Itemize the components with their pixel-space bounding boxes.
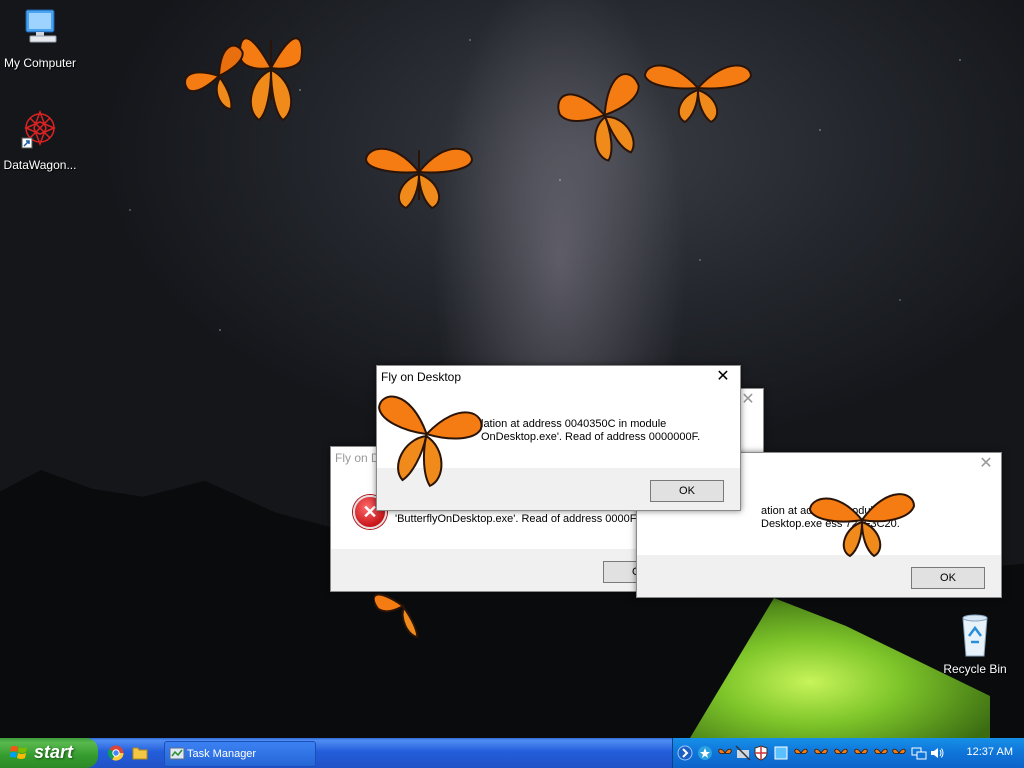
butterfly-tray-icon[interactable] [853, 745, 869, 761]
recycle-bin-icon [962, 614, 988, 657]
datawagon-icon [21, 109, 56, 149]
butterfly-icon [184, 44, 244, 111]
butterfly-icon [374, 593, 419, 639]
butterfly-tray-icon[interactable] [717, 745, 733, 761]
butterfly-icon [378, 395, 483, 488]
close-icon[interactable]: ✕ [714, 369, 732, 387]
volume-icon[interactable] [929, 745, 945, 761]
start-button[interactable]: start [0, 738, 98, 768]
butterfly-tray-icon[interactable] [891, 745, 907, 761]
clock[interactable]: 12:37 AM [967, 746, 1013, 758]
ok-button[interactable]: OK [650, 480, 724, 502]
dialog-message-line1: lation at address 0040350C in module [481, 418, 667, 430]
system-tray: 12:37 AM [672, 738, 1024, 768]
desktop-icon-datawagon[interactable]: DataWagon... [0, 108, 80, 172]
butterfly-tray-icon[interactable] [813, 745, 829, 761]
butterfly-icon [643, 64, 753, 124]
desktop-icon-my-computer[interactable]: My Computer [0, 8, 80, 70]
network-disabled-icon[interactable] [735, 745, 751, 761]
folder-icon[interactable] [132, 745, 148, 761]
desktop-icon-recycle-bin[interactable]: Recycle Bin [935, 612, 1015, 676]
dialog-footer: OK [637, 555, 1001, 597]
butterfly-tray-icon[interactable] [873, 745, 889, 761]
desktop-icon-label: DataWagon... [3, 158, 77, 172]
star-app-icon[interactable] [697, 745, 713, 761]
taskbar: start Task Manager 12:37 AM [0, 738, 1024, 768]
chevron-left-icon[interactable] [677, 745, 693, 761]
butterfly-tray-icon[interactable] [833, 745, 849, 761]
security-shield-icon[interactable] [753, 745, 769, 761]
butterfly-icon [364, 147, 474, 210]
butterfly-icon [808, 493, 916, 558]
butterfly-tray-icon[interactable] [793, 745, 809, 761]
task-manager-icon [169, 747, 185, 760]
dialog-message-line2: OnDesktop.exe'. Read of address 0000000F… [481, 431, 701, 443]
desktop-icon-label: My Computer [3, 56, 77, 70]
chrome-icon[interactable] [108, 745, 124, 761]
close-icon[interactable]: ✕ [739, 392, 757, 410]
square-app-icon[interactable] [773, 745, 789, 761]
dialog-title: Fly on Desktop [381, 370, 462, 384]
dialog-message: 'ButterflyOnDesktop.exe'. Read of addres… [395, 513, 659, 525]
butterfly-icon [557, 73, 640, 162]
close-icon[interactable]: ✕ [977, 456, 995, 474]
desktop-icon-label: Recycle Bin [943, 662, 1007, 676]
start-label: start [34, 742, 74, 762]
ok-button[interactable]: OK [911, 567, 985, 589]
network-icon[interactable] [911, 745, 927, 761]
taskbar-item-label: Task Manager [187, 748, 257, 760]
computer-icon [25, 9, 57, 43]
taskbar-item-task-manager[interactable]: Task Manager [164, 741, 316, 767]
windows-logo-icon [10, 746, 27, 759]
